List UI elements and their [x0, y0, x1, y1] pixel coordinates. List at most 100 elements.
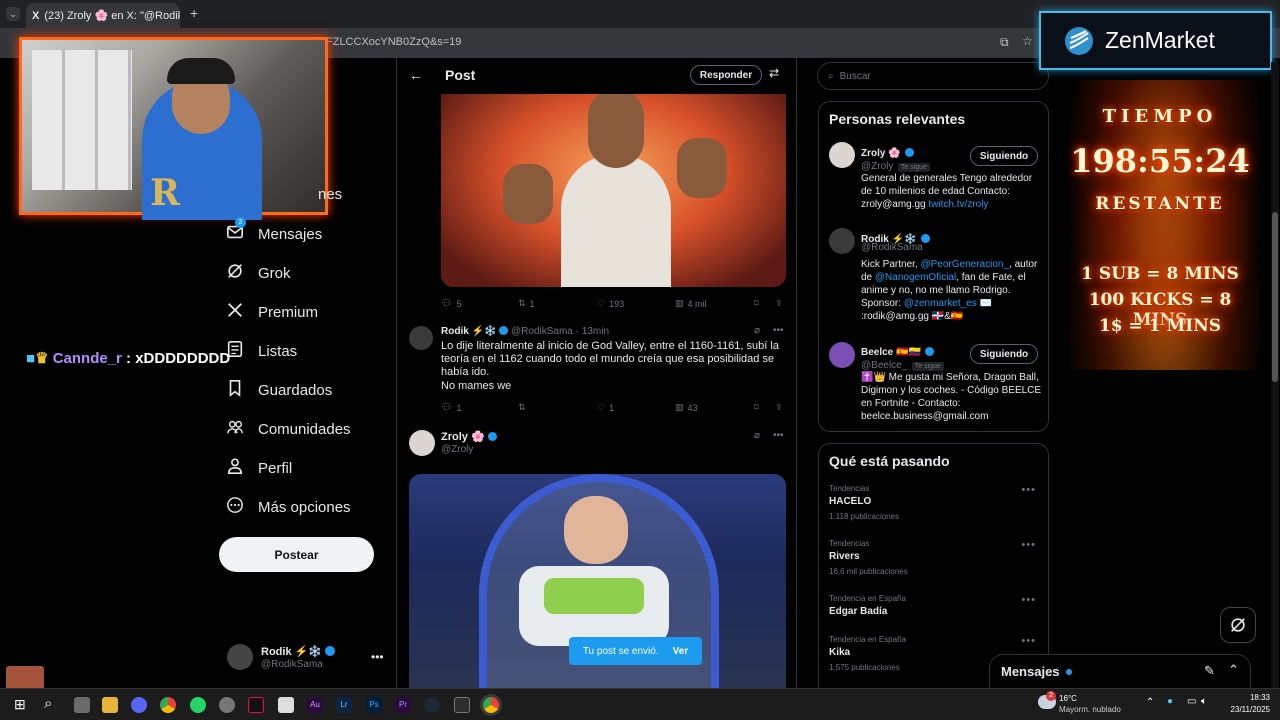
- reply-action[interactable]: 💬︎ 5: [441, 298, 461, 309]
- sidebar-item-grok[interactable]: Grok: [226, 262, 291, 284]
- zroly-avatar[interactable]: [409, 430, 435, 456]
- back-arrow-icon[interactable]: ←: [409, 67, 423, 83]
- sidebar-item-comunidades[interactable]: Comunidades: [226, 418, 351, 440]
- photoshop-icon[interactable]: Ps: [366, 697, 382, 713]
- sidebar-item-mas-opciones[interactable]: Más opciones: [226, 496, 351, 518]
- person-avatar[interactable]: [829, 142, 855, 168]
- account-avatar[interactable]: [227, 644, 253, 670]
- premiere-icon[interactable]: Pr: [395, 697, 411, 713]
- page-scrollbar[interactable]: [1271, 62, 1279, 688]
- grok-floating-button[interactable]: [1220, 607, 1256, 643]
- image-buzz-chest: [544, 578, 644, 614]
- screenshot-icon[interactable]: ⧉: [1000, 35, 1009, 50]
- steam-icon[interactable]: [424, 697, 440, 713]
- toast-view-link[interactable]: Ver: [673, 646, 689, 657]
- reply-tweet-text-2: No mames we: [441, 380, 512, 392]
- tiktok-icon[interactable]: [248, 697, 264, 713]
- heart-icon: ♡: [597, 402, 606, 412]
- new-tab-button[interactable]: +: [190, 5, 198, 21]
- lightroom-icon[interactable]: Lr: [336, 697, 352, 713]
- search-input[interactable]: ⌕ Buscar: [817, 62, 1049, 90]
- trend-more-icon[interactable]: •••: [1021, 484, 1036, 496]
- display-icon[interactable]: ▭: [1187, 696, 1196, 707]
- stream-chat-message: ■♛ Cannde_r : xDDDDDDDD: [26, 349, 230, 367]
- bio-mention-link[interactable]: @zenmarket_es: [904, 298, 977, 309]
- reply-author-name[interactable]: Rodik ⚡❄️: [441, 326, 496, 337]
- bookmark-action-icon[interactable]: ⌑: [754, 298, 759, 309]
- bookmark-star-icon[interactable]: ☆: [1022, 34, 1033, 48]
- bio-mention-link[interactable]: @NanogemOficial: [875, 272, 956, 283]
- repost-action[interactable]: ⇅ 1: [518, 298, 535, 309]
- repost-action[interactable]: ⇅: [518, 402, 530, 413]
- settings-sliders-icon[interactable]: ⇄: [769, 66, 779, 80]
- taskbar-search-icon[interactable]: ⌕: [44, 695, 52, 712]
- clock-time[interactable]: 18:33: [1230, 693, 1270, 702]
- share-icon[interactable]: ⇪: [775, 298, 783, 309]
- capcut-icon[interactable]: [278, 697, 294, 713]
- bio-link[interactable]: twitch.tv/zroly: [928, 199, 988, 210]
- chrome-icon[interactable]: [160, 697, 176, 713]
- scrollbar-thumb[interactable]: [1272, 212, 1278, 382]
- post-button[interactable]: Postear: [219, 537, 374, 572]
- expand-icon[interactable]: ⌃: [1228, 662, 1239, 678]
- views-action[interactable]: ▥ 43: [675, 402, 698, 413]
- verified-badge-icon: [325, 646, 336, 656]
- reply-avatar[interactable]: [409, 326, 433, 350]
- views-action[interactable]: ▥ 4 mil: [675, 298, 707, 309]
- tweet-more-icon[interactable]: •••: [773, 325, 784, 336]
- mic-icon[interactable]: ●: [1167, 696, 1173, 707]
- sidebar-item-perfil[interactable]: Perfil: [226, 457, 292, 479]
- chat-crown-icon: ♛: [35, 350, 49, 367]
- sidebar-item-label: Premium: [258, 303, 319, 321]
- reply-action[interactable]: 💬︎ 1: [441, 402, 461, 413]
- whatsapp-icon[interactable]: [190, 697, 206, 713]
- chrome-active-icon[interactable]: [483, 697, 499, 713]
- toast-text: Tu post se envió.: [582, 645, 659, 657]
- trend-more-icon[interactable]: •••: [1021, 539, 1036, 551]
- new-message-icon[interactable]: ✎: [1204, 663, 1215, 679]
- trend-more-icon[interactable]: •••: [1021, 594, 1036, 606]
- reply-button[interactable]: Responder: [690, 65, 762, 85]
- tab-search-button[interactable]: ⌄: [6, 7, 20, 21]
- tweet-more-icon[interactable]: •••: [773, 430, 784, 441]
- tray-chevron-icon[interactable]: ⌃: [1146, 697, 1154, 708]
- account-more-icon[interactable]: •••: [371, 650, 384, 664]
- audition-icon[interactable]: Au: [307, 697, 323, 713]
- like-action[interactable]: ♡ 193: [597, 298, 624, 309]
- file-explorer-icon[interactable]: [102, 697, 118, 713]
- sidebar-item-listas[interactable]: Listas: [226, 340, 297, 362]
- start-icon[interactable]: ⊞: [14, 696, 26, 713]
- discord-icon[interactable]: [131, 697, 147, 713]
- person-avatar[interactable]: [829, 228, 855, 254]
- messages-drawer[interactable]: Mensajes ✎ ⌃: [989, 654, 1251, 688]
- trend-more-icon[interactable]: •••: [1021, 635, 1036, 647]
- active-tab[interactable]: X (23) Zroly 🌸 en X: "@RodikSa ✕: [26, 3, 180, 28]
- sidebar-item-guardados[interactable]: Guardados: [226, 379, 332, 401]
- url-text[interactable]: FZLCCXocYNB0ZzQ&s=19: [326, 36, 461, 48]
- post-column: ← Post Responder ⇄ 💬︎ 5 ⇅ 1 ♡ 193 ▥ 4 mil ⌑ …: [396, 58, 797, 688]
- clock-date[interactable]: 23/11/2025: [1222, 705, 1270, 714]
- terminal-icon[interactable]: [454, 697, 470, 713]
- app-icon[interactable]: [219, 697, 235, 713]
- following-button[interactable]: Siguiendo: [970, 146, 1038, 166]
- zroly-name[interactable]: Zroly 🌸: [441, 430, 497, 443]
- task-view-icon[interactable]: [74, 697, 90, 713]
- person-avatar[interactable]: [829, 342, 855, 368]
- sidebar-item-mensajes[interactable]: 2 Mensajes: [226, 217, 322, 245]
- tweet-image-person[interactable]: [441, 94, 786, 287]
- share-icon[interactable]: ⇪: [775, 402, 783, 413]
- image-person-face: [588, 94, 644, 168]
- trend-meta: Tendencia en España: [829, 594, 906, 603]
- grok-explain-icon[interactable]: ⌀: [754, 430, 760, 441]
- grok-explain-icon[interactable]: ⌀: [754, 325, 760, 336]
- sidebar-item-premium[interactable]: Premium: [226, 301, 318, 323]
- trend-name: HACELO: [829, 496, 872, 507]
- following-button[interactable]: Siguiendo: [970, 344, 1038, 364]
- bio-mention-link[interactable]: @PeorGeneracion_: [920, 259, 1009, 270]
- windows-taskbar: ⊞ ⌕ Au Lr Ps Pr 2 16°C Mayorm. nublado ⌃…: [0, 688, 1280, 720]
- like-action[interactable]: ♡ 1: [597, 402, 614, 413]
- volume-icon[interactable]: 🔈︎: [1201, 696, 1207, 707]
- bookmark-action-icon[interactable]: ⌑: [754, 402, 759, 413]
- sidebar-item-label: Perfil: [258, 459, 293, 477]
- reply-icon: 💬︎: [441, 402, 453, 412]
